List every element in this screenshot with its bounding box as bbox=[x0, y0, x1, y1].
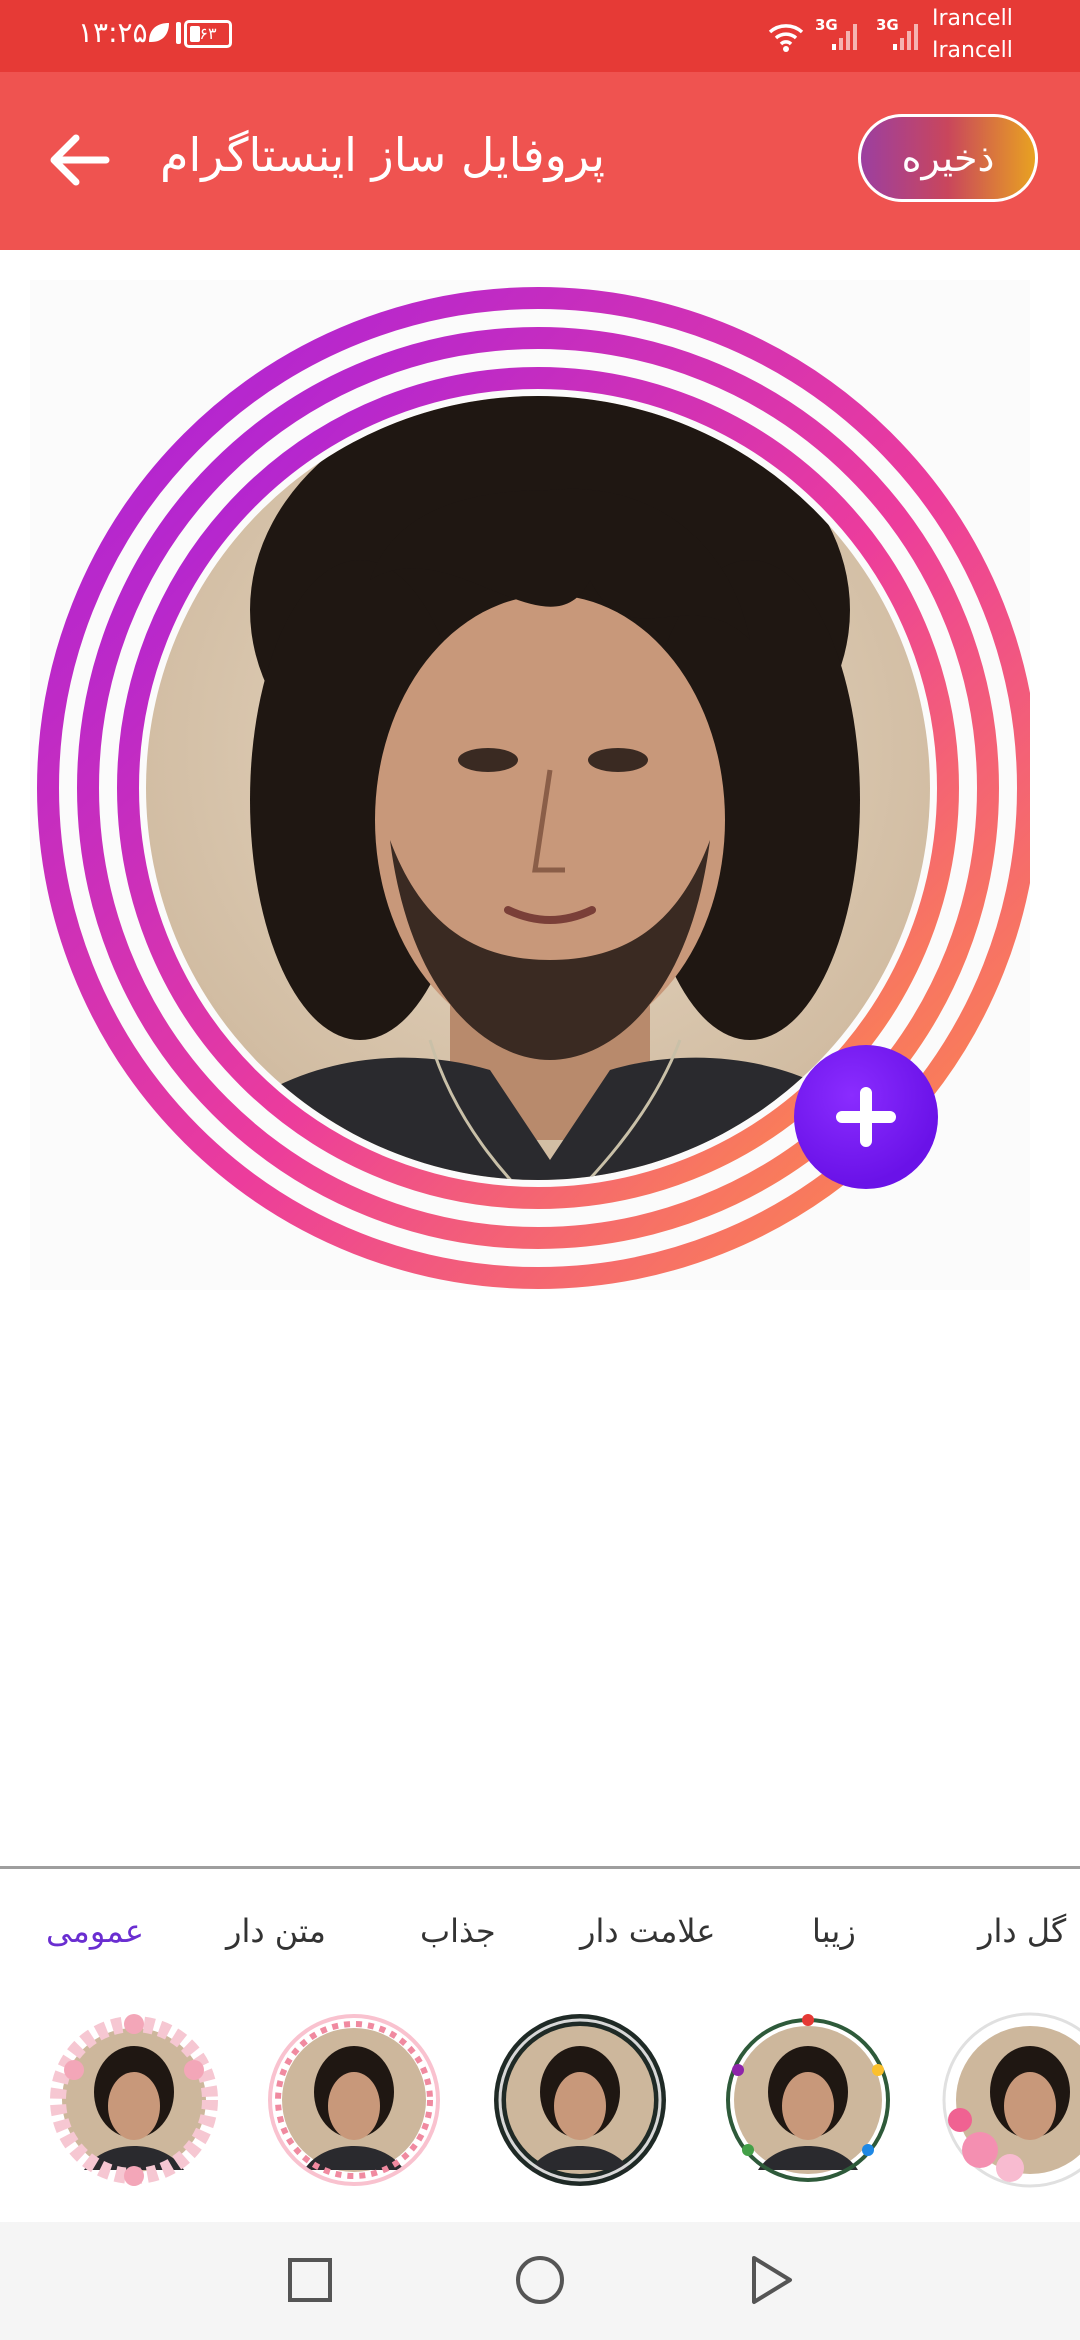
battery-indicator: ۶۳ bbox=[184, 20, 232, 48]
tabs-divider bbox=[0, 1866, 1080, 1869]
page-title: پروفایل ساز اینستاگرام bbox=[160, 128, 605, 182]
carrier-name-2: Irancell bbox=[932, 38, 1013, 63]
signal-icon bbox=[893, 24, 918, 50]
frame-thumbnail-flower-wreath[interactable] bbox=[44, 2010, 224, 2190]
add-photo-button[interactable] bbox=[794, 1045, 938, 1189]
status-time: ۱۳:۲۵ bbox=[78, 16, 148, 49]
category-tabs: گل دار زیبا علامت دار جذاب متن دار عمومی bbox=[0, 1900, 1080, 1970]
frame-thumbnail-dark-ring[interactable] bbox=[490, 2010, 670, 2190]
battery-level: ۶۳ bbox=[199, 24, 217, 43]
save-button[interactable]: ذخیره bbox=[858, 114, 1038, 202]
frame-thumbnail-light-garland[interactable] bbox=[718, 2010, 898, 2190]
plus-icon bbox=[836, 1087, 896, 1147]
wifi-icon bbox=[768, 24, 804, 52]
status-bar: ۱۳:۲۵ ۶۳ 3G 3G Irancell Irancell bbox=[0, 0, 1080, 72]
tab-beautiful[interactable]: زیبا bbox=[812, 1912, 856, 1950]
status-divider bbox=[176, 22, 181, 44]
frame-thumbnail-hearts[interactable] bbox=[264, 2010, 444, 2190]
tab-general[interactable]: عمومی bbox=[46, 1912, 144, 1950]
system-nav-bar bbox=[0, 2222, 1080, 2340]
leaf-icon bbox=[149, 23, 169, 42]
circle-icon[interactable] bbox=[508, 2248, 572, 2312]
triangle-back-icon[interactable] bbox=[738, 2248, 802, 2312]
carrier-name-1: Irancell bbox=[932, 6, 1013, 31]
save-button-label: ذخیره bbox=[901, 136, 995, 180]
arrow-left-icon bbox=[50, 134, 110, 186]
tab-with-text[interactable]: متن دار bbox=[226, 1912, 326, 1950]
tab-marked[interactable]: علامت دار bbox=[580, 1912, 716, 1950]
signal-icon bbox=[832, 24, 857, 50]
tab-floral[interactable]: گل دار bbox=[978, 1912, 1066, 1950]
frame-list bbox=[0, 2000, 1080, 2220]
frame-thumbnail-rose-corner[interactable] bbox=[940, 2010, 1080, 2190]
back-button[interactable] bbox=[38, 120, 118, 200]
square-icon[interactable] bbox=[278, 2248, 342, 2312]
tab-attractive[interactable]: جذاب bbox=[420, 1912, 496, 1950]
app-bar: پروفایل ساز اینستاگرام ذخیره bbox=[0, 72, 1080, 250]
